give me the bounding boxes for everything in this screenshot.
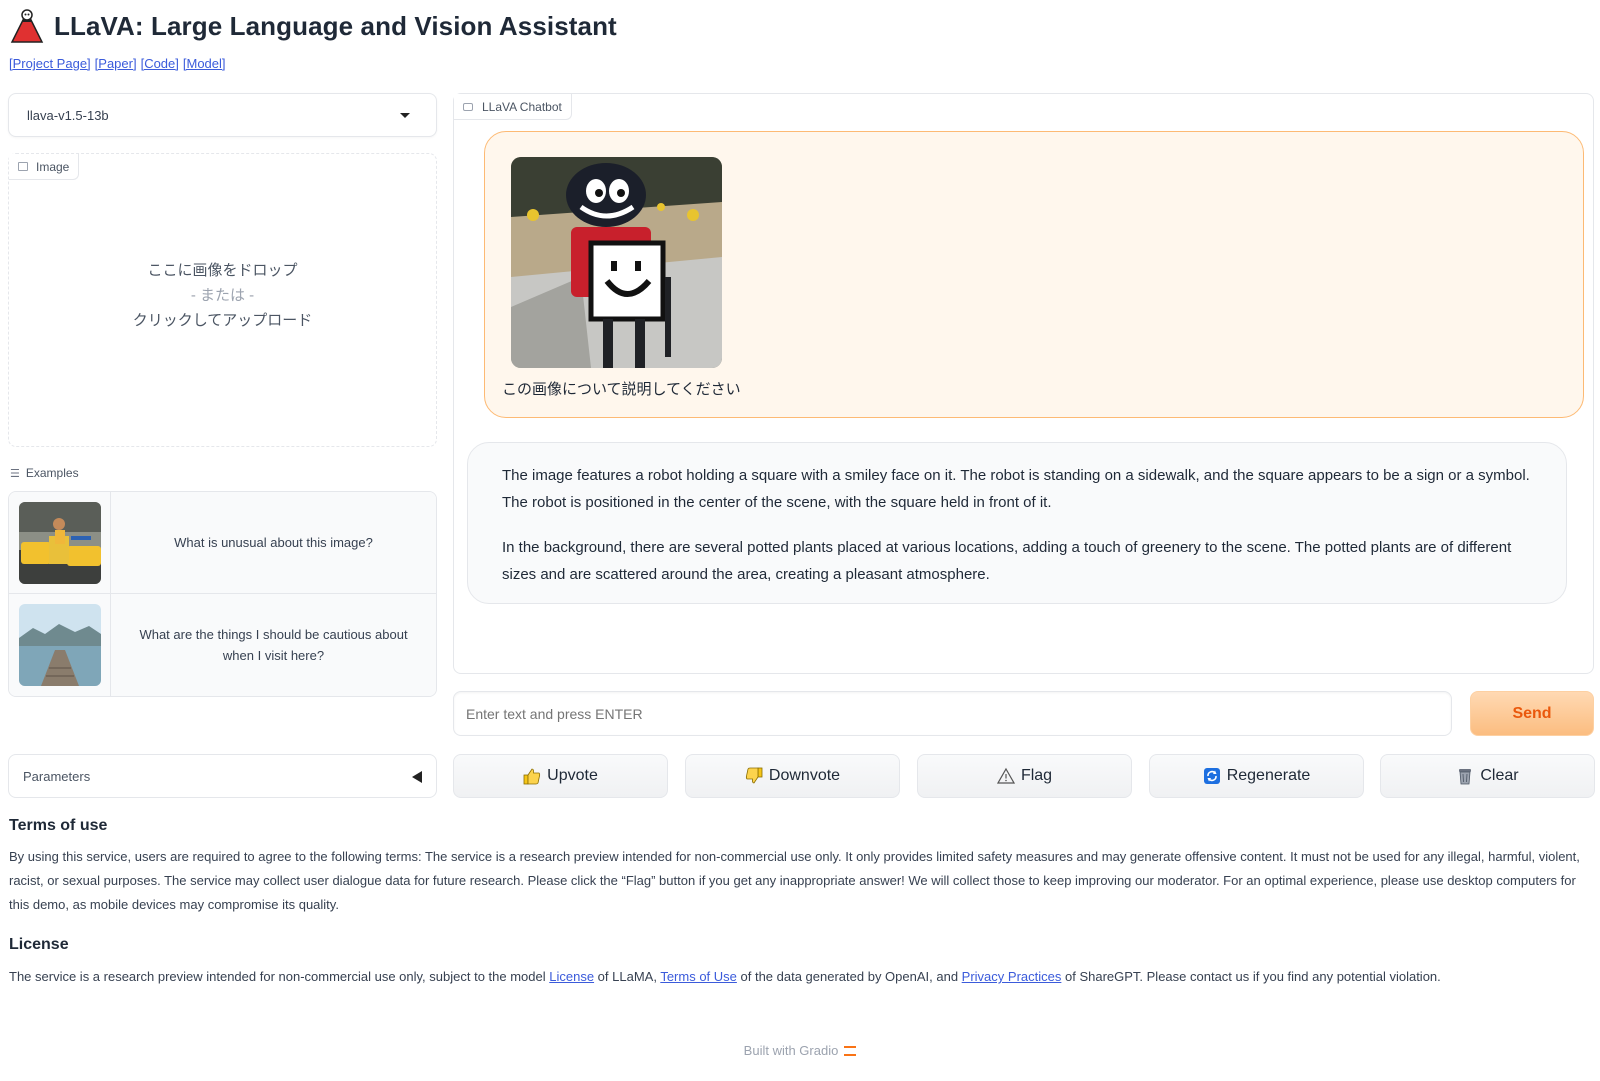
trash-icon — [1459, 769, 1472, 785]
bot-message: The image features a robot holding a squ… — [467, 442, 1567, 604]
collapse-arrow-icon[interactable] — [412, 771, 422, 783]
list-icon: ☰ — [10, 467, 20, 480]
image-label-text: Image — [36, 159, 70, 174]
image-block-label: Image — [9, 154, 80, 180]
image-upload-dropzone[interactable]: Image ここに画像をドロップ - または - クリックしてアップロード — [8, 153, 437, 447]
regenerate-button[interactable]: Regenerate — [1149, 754, 1364, 798]
examples-label-text: Examples — [25, 466, 79, 480]
bot-message-paragraph: The image features a robot holding a squ… — [502, 467, 1530, 511]
drop-line-1: ここに画像をドロップ — [147, 262, 298, 279]
license-link[interactable]: License — [549, 969, 594, 984]
warning-icon — [996, 767, 1015, 784]
user-uploaded-robot-image — [511, 157, 722, 368]
license-text: The service is a research preview intend… — [9, 965, 1594, 989]
downvote-label: Downvote — [768, 767, 841, 784]
clear-label: Clear — [1480, 767, 1519, 784]
header-links: [Project Page] [Paper] [Code] [Model] — [9, 56, 230, 71]
license-text-part: of LLaMA, — [594, 969, 661, 984]
thumbs-up-icon — [523, 768, 541, 785]
user-message-text: この画像について説明してください — [502, 381, 741, 398]
app-header: LLaVA: Large Language and Vision Assista… — [10, 8, 617, 44]
refresh-icon — [1203, 768, 1220, 784]
example-image-lake-pier[interactable] — [18, 604, 101, 686]
chatbot-panel: LLaVA Chatbot この画像について説明してください The image… — [453, 93, 1594, 674]
drop-line-3: クリックしてアップロード — [132, 312, 313, 329]
example-thumbnail-cell[interactable] — [9, 594, 111, 696]
license-text-part: The service is a research preview intend… — [9, 969, 550, 984]
example-prompt-text[interactable]: What are the things I should be cautious… — [111, 594, 436, 696]
gradio-logo-icon — [844, 1046, 857, 1056]
parameters-accordion[interactable]: Parameters — [8, 754, 437, 798]
regenerate-label: Regenerate — [1226, 767, 1311, 784]
model-dropdown[interactable]: llava-v1.5-13b — [8, 93, 437, 137]
model-link[interactable]: [Model] — [183, 56, 226, 71]
upvote-label: Upvote — [547, 767, 598, 784]
example-row[interactable]: What are the things I should be cautious… — [9, 594, 436, 696]
footer: Built with Gradio — [0, 1043, 1600, 1058]
examples-table: What is unusual about this image? What a… — [8, 491, 437, 697]
example-prompt-text[interactable]: What is unusual about this image? — [111, 492, 436, 593]
model-dropdown-value: llava-v1.5-13b — [27, 107, 109, 123]
downvote-button[interactable]: Downvote — [685, 754, 900, 798]
chevron-down-icon[interactable] — [400, 113, 410, 118]
flag-button[interactable]: Flag — [917, 754, 1132, 798]
example-row[interactable]: What is unusual about this image? — [9, 492, 436, 594]
user-message: この画像について説明してください — [484, 131, 1584, 418]
thumbs-down-icon — [745, 767, 763, 784]
chat-text-input[interactable] — [453, 691, 1452, 736]
terms-text: By using this service, users are require… — [9, 849, 1580, 912]
paper-link[interactable]: [Paper] — [95, 56, 137, 71]
drop-line-2: - または - — [190, 287, 255, 304]
image-icon — [18, 162, 28, 171]
flag-label: Flag — [1020, 767, 1053, 784]
privacy-practices-link[interactable]: Privacy Practices — [962, 969, 1062, 984]
chat-bubble-icon — [463, 102, 473, 111]
license-heading: License — [9, 936, 69, 953]
terms-of-use-link[interactable]: Terms of Use — [660, 969, 737, 984]
chatbot-label-text: LLaVA Chatbot — [482, 99, 562, 114]
page-title: LLaVA: Large Language and Vision Assista… — [54, 10, 617, 41]
built-with-gradio-link[interactable]: Built with Gradio — [744, 1043, 839, 1058]
bot-message-paragraph: In the background, there are several pot… — [502, 539, 1512, 583]
dropzone-instructions: ここに画像をドロップ - または - クリックしてアップロード — [9, 258, 436, 333]
license-text-part: of the data generated by OpenAI, and — [736, 969, 962, 984]
terms-heading: Terms of use — [9, 817, 108, 834]
clear-button[interactable]: Clear — [1380, 754, 1595, 798]
project-page-link[interactable]: [Project Page] — [9, 56, 91, 71]
code-link[interactable]: [Code] — [141, 56, 179, 71]
send-button[interactable]: Send — [1470, 691, 1594, 736]
examples-label: ☰ Examples — [10, 466, 79, 480]
chatbot-label: LLaVA Chatbot — [454, 94, 572, 120]
license-text-part: of ShareGPT. Please contact us if you fi… — [1061, 969, 1441, 984]
volcano-logo-icon — [10, 9, 44, 43]
example-thumbnail-cell[interactable] — [9, 492, 111, 593]
upvote-button[interactable]: Upvote — [453, 754, 668, 798]
example-image-taxi-ironing[interactable] — [18, 501, 101, 584]
parameters-label: Parameters — [23, 768, 91, 784]
